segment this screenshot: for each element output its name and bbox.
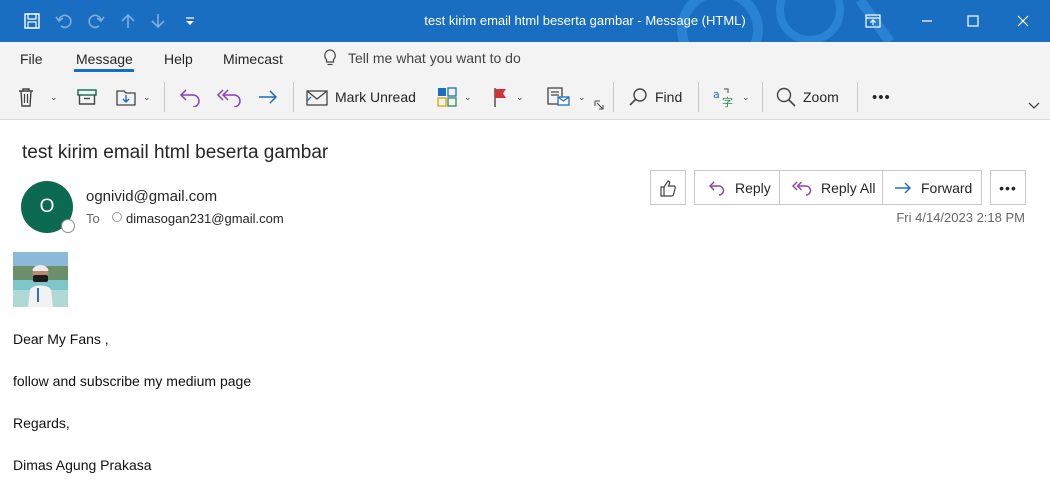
trash-icon (19, 88, 33, 107)
dialog-launcher[interactable] (594, 98, 604, 112)
ribbon-display-icon (865, 14, 881, 28)
reply-all-label: Reply All (821, 179, 876, 196)
categorize-button[interactable]: ⌄ (436, 82, 472, 112)
zoom-label: Zoom (803, 89, 839, 105)
reply-button[interactable]: Reply (707, 171, 771, 204)
ribbon-separator (857, 82, 858, 112)
envelope-icon (306, 90, 328, 106)
menu-mimecast[interactable]: Mimecast (223, 51, 283, 67)
move-folder-icon (116, 90, 136, 106)
forward-button[interactable]: Forward (893, 171, 972, 204)
forward-label: Forward (921, 179, 973, 196)
zoom-button[interactable]: Zoom (775, 82, 839, 112)
forward-ribbon-button[interactable] (256, 82, 280, 112)
button-divider (779, 171, 780, 204)
sender-address[interactable]: ognivid@gmail.com (86, 188, 217, 205)
reply-icon (709, 181, 725, 196)
forward-icon (895, 182, 911, 193)
rules-button[interactable]: ⌄ (546, 82, 586, 112)
mark-unread-label: Mark Unread (335, 89, 416, 105)
menu-file[interactable]: File (20, 51, 43, 67)
reply-ribbon-button[interactable] (178, 82, 202, 112)
maximize-button[interactable] (950, 0, 996, 42)
close-button[interactable] (1000, 0, 1046, 42)
avatar-initial: O (39, 196, 55, 217)
body-signature: Dimas Agung Prakasa (13, 457, 152, 473)
minimize-icon (922, 20, 932, 22)
chevron-down-icon: ⌄ (578, 91, 586, 102)
reply-icon (179, 89, 200, 107)
more-commands-button[interactable]: ••• (872, 82, 891, 112)
find-button[interactable]: Find (627, 82, 682, 112)
active-tab-indicator (74, 69, 134, 72)
flag-icon (494, 88, 506, 107)
menu-help[interactable]: Help (164, 51, 193, 67)
svg-text:a: a (713, 88, 720, 101)
categorize-icon (437, 87, 457, 107)
embedded-photo (13, 252, 68, 307)
archive-button[interactable] (76, 82, 98, 112)
chevron-down-icon: ⌄ (516, 91, 524, 102)
like-button[interactable] (650, 170, 686, 205)
restore-ribbon-button[interactable] (850, 0, 896, 42)
chevron-down-icon: ⌄ (464, 91, 472, 102)
zoom-icon (776, 87, 796, 107)
maximize-icon (967, 15, 979, 27)
message-subject: test kirim email html beserta gambar (22, 142, 329, 163)
minimize-button[interactable] (904, 0, 950, 42)
ribbon-toolbar: ⌄ ⌄ Mark Unread ⌄ ⌄ ⌄ Find a 字 ⌄ Zoom ••… (0, 74, 1050, 120)
forward-icon (259, 90, 278, 104)
more-actions-button[interactable]: ••• (990, 170, 1026, 205)
translate-button[interactable]: a字 ⌄ (712, 82, 750, 112)
tell-me-text: Tell me what you want to do (348, 50, 521, 66)
recipient-presence-icon (112, 212, 122, 222)
collapse-ribbon-button[interactable] (1028, 96, 1040, 116)
button-divider (882, 171, 883, 204)
ribbon-separator (164, 82, 165, 112)
search-icon (629, 88, 647, 106)
archive-icon (77, 89, 97, 105)
mark-unread-button[interactable]: Mark Unread (305, 82, 416, 112)
body-closing: Regards, (13, 415, 70, 431)
flag-button[interactable]: ⌄ (492, 82, 524, 112)
body-paragraph: follow and subscribe my medium page (13, 373, 252, 389)
menu-bar: File Message Help Mimecast Tell me what … (0, 42, 1050, 74)
chevron-down-icon (1028, 102, 1040, 109)
chevron-down-icon: ⌄ (143, 91, 151, 102)
reply-label: Reply (735, 179, 771, 196)
to-label: To (86, 211, 100, 226)
ribbon-separator (762, 82, 763, 112)
ribbon-separator (293, 82, 294, 112)
more-icon: ••• (872, 88, 891, 106)
reply-all-ribbon-button[interactable] (216, 82, 242, 112)
svg-text:字: 字 (722, 95, 733, 108)
tell-me-search[interactable]: Tell me what you want to do (322, 48, 521, 68)
chevron-down-icon: ⌄ (50, 91, 58, 102)
close-icon (1017, 15, 1029, 27)
presence-status-icon (61, 219, 75, 233)
thumbs-up-icon (660, 179, 676, 197)
lightbulb-icon (324, 49, 336, 66)
reply-button-group: Reply Reply All Forward (694, 170, 982, 205)
move-to-icon (547, 87, 570, 106)
menu-message[interactable]: Message (76, 51, 133, 67)
chevron-down-icon: ⌄ (742, 91, 750, 102)
recipient-address[interactable]: dimasogan231@gmail.com (126, 211, 284, 226)
delete-button[interactable] (16, 82, 36, 112)
dialog-launcher-icon (594, 100, 604, 110)
title-bar: test kirim email html beserta gambar - M… (0, 0, 1050, 42)
move-button[interactable]: ⌄ (115, 82, 151, 112)
translate-icon: a字 (713, 88, 733, 108)
body-greeting: Dear My Fans , (13, 331, 109, 347)
find-label: Find (655, 89, 683, 105)
delete-dropdown[interactable]: ⌄ (50, 82, 58, 112)
reply-all-icon (792, 181, 812, 196)
message-date: Fri 4/14/2023 2:18 PM (896, 210, 1025, 225)
ribbon-separator (698, 82, 699, 112)
more-icon: ••• (999, 179, 1017, 196)
ribbon-separator (613, 82, 614, 112)
reply-all-button[interactable]: Reply All (791, 171, 875, 204)
reply-all-icon (216, 89, 241, 107)
